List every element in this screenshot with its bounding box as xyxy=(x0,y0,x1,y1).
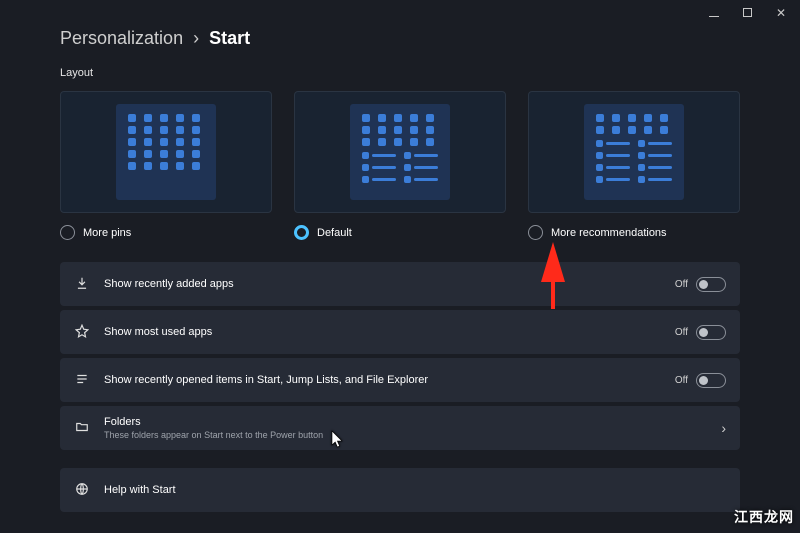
download-icon xyxy=(74,276,90,293)
setting-row-most-used[interactable]: Show most used apps Off xyxy=(60,310,740,354)
toggle-state-label: Off xyxy=(675,279,688,290)
settings-list: Show recently added apps Off Show most u… xyxy=(60,262,740,512)
breadcrumb-parent[interactable]: Personalization xyxy=(60,28,183,49)
setting-title: Show recently opened items in Start, Jum… xyxy=(104,374,661,386)
radio-label: More pins xyxy=(83,227,131,239)
toggle-recently-added[interactable] xyxy=(696,277,726,292)
setting-title: Show recently added apps xyxy=(104,278,661,290)
setting-row-folders[interactable]: Folders These folders appear on Start ne… xyxy=(60,406,740,450)
chevron-right-icon: › xyxy=(193,28,199,49)
layout-option-more-recommendations[interactable]: More recommendations xyxy=(528,91,740,240)
radio-more-pins[interactable] xyxy=(60,225,75,240)
chevron-right-icon: › xyxy=(721,420,726,436)
minimize-button[interactable] xyxy=(709,8,719,20)
setting-row-recently-opened[interactable]: Show recently opened items in Start, Jum… xyxy=(60,358,740,402)
list-icon xyxy=(74,372,90,389)
watermark: 江西龙网 xyxy=(734,507,794,527)
titlebar: ✕ xyxy=(695,0,800,28)
toggle-recently-opened[interactable] xyxy=(696,373,726,388)
toggle-most-used[interactable] xyxy=(696,325,726,340)
setting-title: Help with Start xyxy=(104,484,726,496)
radio-more-recommendations[interactable] xyxy=(528,225,543,240)
folder-icon xyxy=(74,420,90,437)
layout-preview-more-pins xyxy=(60,91,272,213)
maximize-button[interactable] xyxy=(743,8,752,20)
setting-title: Folders xyxy=(104,416,707,428)
layout-preview-more-recommendations xyxy=(528,91,740,213)
setting-subtitle: These folders appear on Start next to th… xyxy=(104,430,707,440)
section-label-layout: Layout xyxy=(60,67,740,79)
toggle-state-label: Off xyxy=(675,375,688,386)
radio-label: More recommendations xyxy=(551,227,667,239)
star-icon xyxy=(74,324,90,341)
radio-label: Default xyxy=(317,227,352,239)
globe-icon xyxy=(74,482,90,499)
toggle-state-label: Off xyxy=(675,327,688,338)
page-content: Personalization › Start Layout xyxy=(0,0,800,512)
close-button[interactable]: ✕ xyxy=(776,8,786,20)
setting-row-recently-added[interactable]: Show recently added apps Off xyxy=(60,262,740,306)
layout-options: More pins xyxy=(60,91,740,240)
radio-default[interactable] xyxy=(294,225,309,240)
page-title: Start xyxy=(209,28,250,49)
breadcrumb: Personalization › Start xyxy=(60,28,740,49)
layout-option-default[interactable]: Default xyxy=(294,91,506,240)
setting-title: Show most used apps xyxy=(104,326,661,338)
setting-row-help[interactable]: Help with Start xyxy=(60,468,740,512)
layout-preview-default xyxy=(294,91,506,213)
layout-option-more-pins[interactable]: More pins xyxy=(60,91,272,240)
